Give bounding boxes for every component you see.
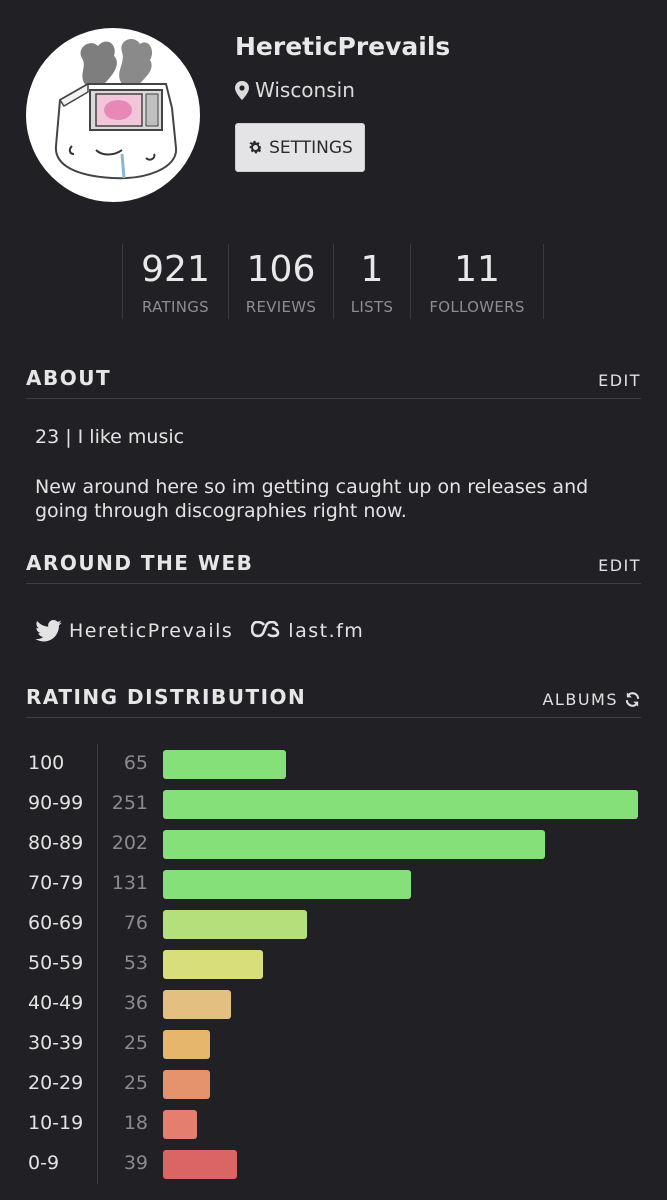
distribution-range-label: 0-9	[28, 1152, 60, 1174]
distribution-range-label: 30-39	[28, 1032, 84, 1054]
distribution-count: 36	[123, 992, 148, 1014]
distribution-bar[interactable]	[163, 1030, 210, 1059]
settings-button[interactable]: SETTINGS	[235, 123, 365, 172]
distribution-bar[interactable]	[163, 1150, 237, 1179]
distribution-count: 76	[123, 912, 148, 934]
distribution-row[interactable]: 60-69 76	[0, 904, 667, 944]
distribution-row[interactable]: 90-99 251	[0, 784, 667, 824]
distribution-range-label: 60-69	[28, 912, 84, 934]
twitter-handle: HereticPrevails	[69, 620, 234, 642]
distribution-count: 25	[123, 1032, 148, 1054]
albums-toggle-label: ALBUMS	[542, 690, 618, 709]
stat-reviews[interactable]: 106 REVIEWS	[228, 244, 333, 319]
gear-icon	[249, 140, 263, 154]
stat-lists[interactable]: 1 LISTS	[333, 244, 410, 319]
distribution-row[interactable]: 50-59 53	[0, 944, 667, 984]
about-text-line1: 23 | I like music	[35, 426, 185, 448]
distribution-row[interactable]: 80-89 202	[0, 824, 667, 864]
distribution-row[interactable]: 30-39 25	[0, 1024, 667, 1064]
web-header: AROUND THE WEB EDIT	[26, 551, 641, 584]
distribution-row[interactable]: 70-79 131	[0, 864, 667, 904]
stat-label: REVIEWS	[245, 298, 317, 316]
stat-value: 1	[360, 249, 384, 290]
distribution-bar[interactable]	[163, 1070, 210, 1099]
distribution-count: 25	[123, 1072, 148, 1094]
distribution-count: 39	[123, 1152, 148, 1174]
avatar-illustration-icon	[54, 38, 178, 180]
distribution-bar[interactable]	[163, 790, 638, 819]
refresh-icon	[625, 692, 640, 707]
distribution-count: 202	[111, 832, 148, 854]
distribution-bar[interactable]	[163, 910, 307, 939]
about-edit-button[interactable]: EDIT	[598, 371, 641, 390]
distribution-row[interactable]: 40-49 36	[0, 984, 667, 1024]
twitter-icon	[35, 620, 62, 642]
distribution-row[interactable]: 0-9 39	[0, 1144, 667, 1184]
profile-page: HereticPrevails Wisconsin SETTINGS 921 R…	[0, 0, 667, 1200]
stat-followers[interactable]: 11 FOLLOWERS	[410, 244, 544, 319]
distribution-count: 18	[123, 1112, 148, 1134]
stat-label: LISTS	[350, 298, 394, 316]
web-title: AROUND THE WEB	[26, 551, 254, 575]
about-title: ABOUT	[26, 366, 112, 390]
stat-value: 11	[454, 249, 500, 290]
distribution-range-label: 90-99	[28, 792, 84, 814]
distribution-range-label: 50-59	[28, 952, 84, 974]
distribution-range-label: 20-29	[28, 1072, 84, 1094]
twitter-link[interactable]: HereticPrevails	[35, 620, 233, 642]
about-header: ABOUT EDIT	[26, 366, 641, 399]
albums-toggle-button[interactable]: ALBUMS	[542, 690, 641, 709]
web-edit-button[interactable]: EDIT	[598, 556, 641, 575]
stat-label: FOLLOWERS	[429, 298, 525, 316]
distribution-range-label: 70-79	[28, 872, 84, 894]
distribution-count: 65	[123, 752, 148, 774]
distribution-count: 53	[123, 952, 148, 974]
location: Wisconsin	[235, 78, 355, 102]
distribution-bar[interactable]	[163, 1110, 197, 1139]
distribution-range-label: 10-19	[28, 1112, 84, 1134]
distribution-row[interactable]: 20-29 25	[0, 1064, 667, 1104]
stat-value: 921	[141, 249, 210, 290]
lastfm-icon	[251, 621, 280, 638]
stat-label: RATINGS	[142, 298, 209, 316]
distribution-range-label: 40-49	[28, 992, 84, 1014]
web-links: HereticPrevails last.fm	[35, 620, 364, 642]
distribution-range-label: 100	[28, 752, 65, 774]
distribution-row[interactable]: 100 65	[0, 744, 667, 784]
lastfm-label: last.fm	[288, 620, 365, 642]
distribution-bar[interactable]	[163, 870, 411, 899]
distribution-bar[interactable]	[163, 830, 545, 859]
distribution-count: 251	[111, 792, 148, 814]
distribution-header: RATING DISTRIBUTION ALBUMS	[26, 685, 641, 718]
location-text: Wisconsin	[255, 78, 355, 102]
distribution-bar[interactable]	[163, 990, 231, 1019]
avatar[interactable]	[26, 28, 200, 202]
stat-value: 106	[246, 249, 316, 290]
distribution-bar[interactable]	[163, 950, 263, 979]
distribution-range-label: 80-89	[28, 832, 84, 854]
settings-label: SETTINGS	[269, 137, 353, 158]
username: HereticPrevails	[235, 32, 451, 61]
stat-ratings[interactable]: 921 RATINGS	[122, 244, 228, 319]
distribution-title: RATING DISTRIBUTION	[26, 685, 307, 709]
profile-stats: 921 RATINGS 106 REVIEWS 1 LISTS 11 FOLLO…	[122, 244, 544, 319]
distribution-bar[interactable]	[163, 750, 286, 779]
map-pin-icon	[235, 80, 249, 100]
lastfm-link[interactable]: last.fm	[251, 620, 364, 642]
distribution-count: 131	[111, 872, 148, 894]
distribution-row[interactable]: 10-19 18	[0, 1104, 667, 1144]
about-text-line2: New around here so im getting caught up …	[35, 476, 589, 522]
